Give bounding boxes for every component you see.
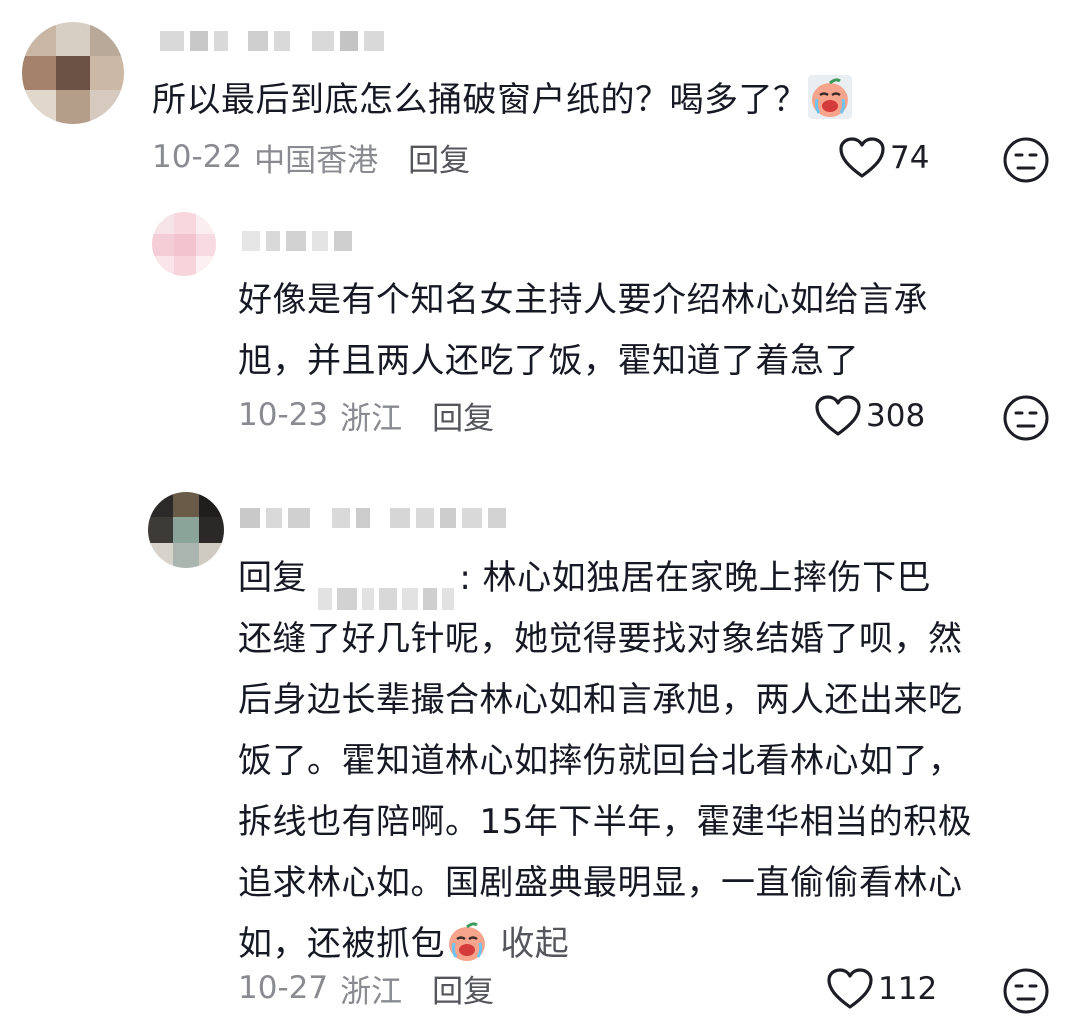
dislike-face-icon xyxy=(1003,395,1049,441)
comment-line: 回复 : 林心如独居在家晚上摔伤下巴 xyxy=(238,548,1058,610)
comment-line: 拆线也有陪啊。15年下半年，霍建华相当的积极 xyxy=(238,802,973,842)
heart-icon xyxy=(815,395,861,436)
user-avatar[interactable] xyxy=(152,212,216,276)
reply-prefix: 回复 xyxy=(238,558,307,598)
dislike-face-icon xyxy=(1003,137,1049,183)
comment-line: 还缝了好几针呢，她觉得要找对象结婚了呗，然 xyxy=(238,619,963,659)
username-blurred[interactable] xyxy=(242,228,352,254)
comment-line: 追求林心如。国剧盛典最明显，一直偷偷看林心 xyxy=(238,863,963,903)
dislike-button[interactable] xyxy=(1002,394,1050,442)
heart-icon xyxy=(827,968,873,1009)
like-button[interactable]: 308 xyxy=(814,394,925,438)
comment-body: : 林心如独居在家晚上摔伤下巴 xyxy=(459,558,932,598)
comment-text: 回复 : 林心如独居在家晚上摔伤下巴 还缝了好几针呢，她觉得要找对象结婚了呗，然… xyxy=(238,548,1058,975)
comment-line: 好像是有个知名女主持人要介绍林心如给言承 xyxy=(238,280,928,320)
comment-text: 所以最后到底怎么捅破窗户纸的？喝多了？ xyxy=(152,70,1052,131)
comment-body: 所以最后到底怎么捅破窗户纸的？喝多了？ xyxy=(152,80,808,120)
heart-icon xyxy=(839,137,885,178)
dislike-button[interactable] xyxy=(1002,967,1050,1015)
comment-body: 如，还被抓包 xyxy=(238,924,445,964)
mentioned-username-blurred[interactable] xyxy=(318,569,459,610)
comment-date: 10-27 xyxy=(238,970,329,1006)
like-button[interactable]: 74 xyxy=(838,136,929,180)
comment-date: 10-22 xyxy=(152,139,243,175)
comment-meta: 10-22 中国香港 回复 xyxy=(152,135,470,180)
like-count: 308 xyxy=(866,398,926,434)
like-count: 74 xyxy=(890,140,930,176)
like-count: 112 xyxy=(878,971,938,1007)
user-avatar[interactable] xyxy=(22,22,124,124)
comment-location: 中国香港 xyxy=(254,142,379,179)
comment-meta: 10-27 浙江 回复 xyxy=(238,966,494,1011)
crying-face-icon xyxy=(807,75,852,119)
username-blurred[interactable] xyxy=(240,505,506,531)
user-avatar[interactable] xyxy=(148,492,224,568)
dislike-button[interactable] xyxy=(1002,136,1050,184)
comment-line: 旭，并且两人还吃了饭，霍知道了着急了 xyxy=(238,341,859,381)
reply-button[interactable]: 回复 xyxy=(432,393,494,438)
comment-meta: 10-23 浙江 回复 xyxy=(238,393,494,438)
comment-location: 浙江 xyxy=(340,973,403,1010)
reply-button[interactable]: 回复 xyxy=(432,966,494,1011)
like-button[interactable]: 112 xyxy=(826,967,937,1011)
comment-text: 好像是有个知名女主持人要介绍林心如给言承 旭，并且两人还吃了饭，霍知道了着急了 xyxy=(238,270,1058,392)
reply-button[interactable]: 回复 xyxy=(408,135,470,180)
dislike-face-icon xyxy=(1003,968,1049,1014)
comment-line: 饭了。霍知道林心如摔伤就回台北看林心如了， xyxy=(238,741,963,781)
comment-location: 浙江 xyxy=(340,400,403,437)
comment-date: 10-23 xyxy=(238,397,329,433)
collapse-button[interactable]: 收起 xyxy=(500,924,569,964)
username-blurred[interactable] xyxy=(160,28,384,54)
crying-face-icon xyxy=(445,919,489,963)
comment-line: 后身边长辈撮合林心如和言承旭，两人还出来吃 xyxy=(238,680,963,720)
